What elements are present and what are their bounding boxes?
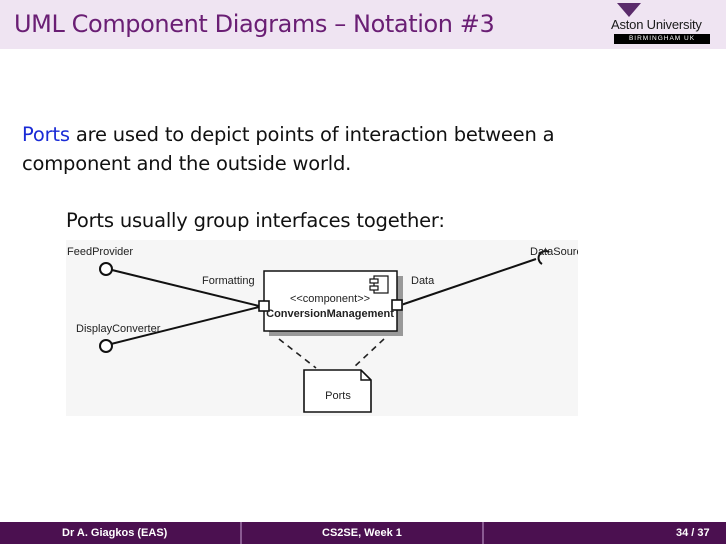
component-stereotype: <<component>> [290,293,370,305]
component-diagram: FeedProvider DisplayConverter Formatting… [67,246,578,413]
footer-page-number: 34 / 37 [676,527,710,539]
displayconverter-interface-icon [99,339,113,353]
feedprovider-interface-icon [99,262,113,276]
label-datasource: DataSource [530,246,578,258]
slide-footer: Dr A. Giagkos (EAS) CS2SE, Week 1 34 / 3… [0,522,726,544]
slide-title: UML Component Diagrams – Notation #3 [14,10,495,38]
logo-triangle-icon [617,3,641,17]
port-anchor-right [352,338,385,369]
intro-paragraph: Ports are used to depict points of inter… [22,120,662,178]
label-data: Data [411,275,435,287]
label-displayconverter: DisplayConverter [76,323,161,335]
subheading: Ports usually group interfaces together: [66,209,445,232]
component-diagram-figure: FeedProvider DisplayConverter Formatting… [66,240,578,416]
intro-text: are used to depict points of interaction… [22,123,555,175]
note-text: Ports [325,390,351,402]
footer-divider [240,522,242,544]
label-feedprovider: FeedProvider [67,246,133,258]
port-anchor-left [278,338,317,369]
footer-course: CS2SE, Week 1 [322,527,402,539]
footer-divider [482,522,484,544]
logo-name: Aston University [611,17,702,32]
intro-keyword: Ports [22,123,70,146]
label-formatting: Formatting [202,275,255,287]
slide-header: UML Component Diagrams – Notation #3 Ast… [0,0,726,49]
component-name: ConversionManagement [266,308,394,320]
aston-university-logo: Aston University BIRMINGHAM UK [611,3,715,45]
footer-author: Dr A. Giagkos (EAS) [62,527,168,539]
logo-tagline: BIRMINGHAM UK [614,34,710,44]
